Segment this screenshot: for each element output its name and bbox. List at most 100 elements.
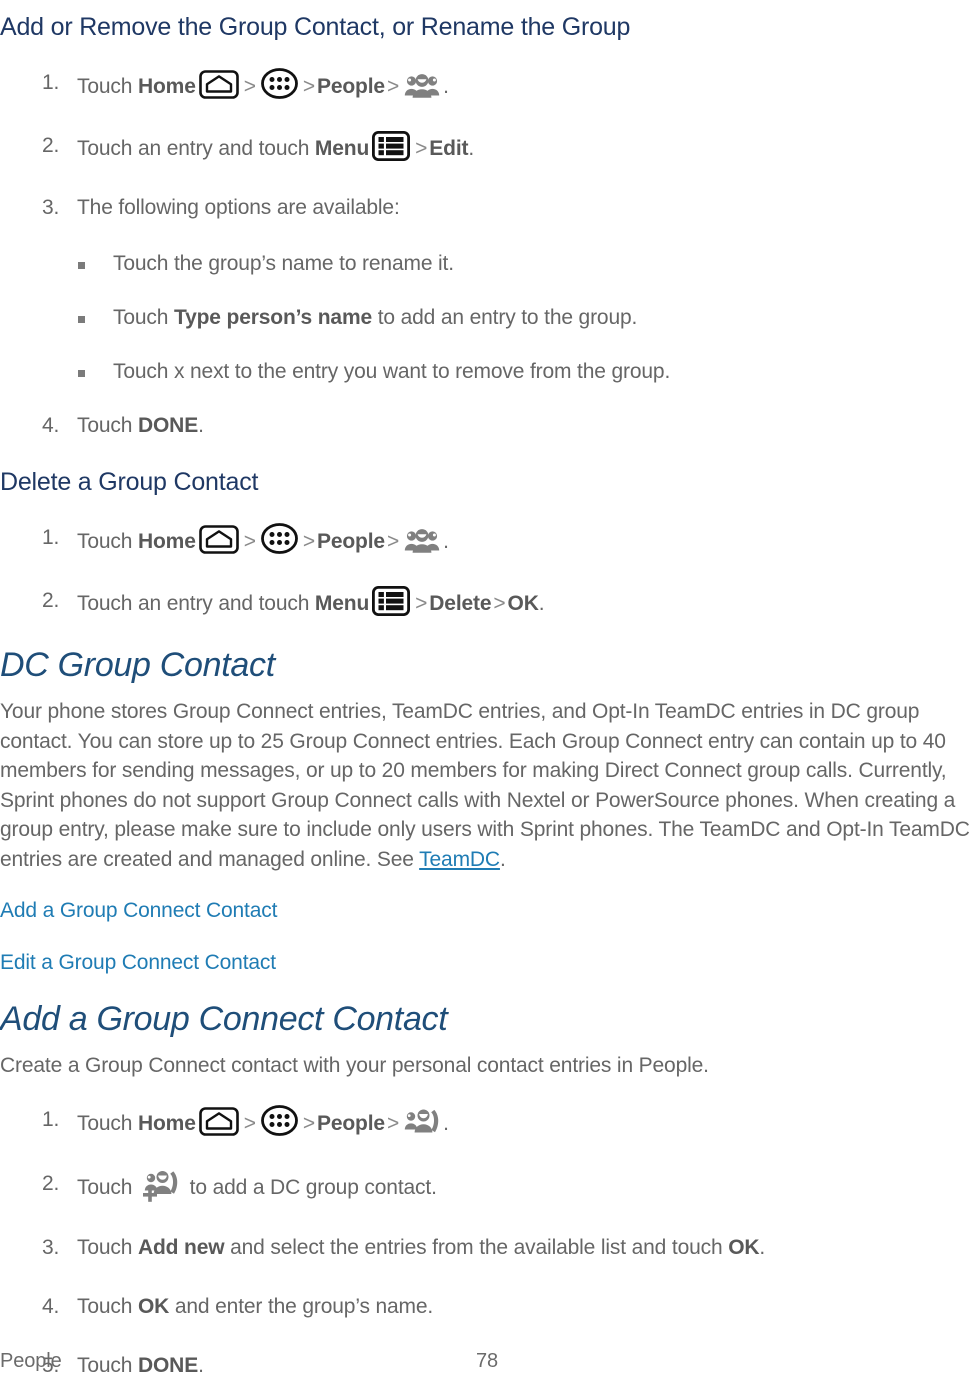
step-fragment: . — [443, 75, 449, 98]
step-fragment: Touch — [77, 1294, 138, 1318]
bullet-fragment: Touch — [113, 306, 174, 329]
step-fragment: Touch — [77, 1111, 138, 1135]
list-item: Touch Type person’s name to add an entry… — [0, 303, 974, 333]
step-bold-done: DONE — [137, 414, 199, 437]
people-group-icon — [404, 527, 440, 554]
separator-gt: > — [415, 592, 428, 615]
step-number: 1. — [42, 71, 60, 94]
step-number: 1. — [42, 526, 60, 549]
step-bold-people: People — [316, 75, 385, 98]
step-bold-ok: OK — [507, 592, 539, 615]
add-dc-group-icon — [141, 1169, 181, 1203]
list-item: 2. Touch an entry and touch Menu >Edit. — [0, 131, 974, 164]
step-text: Touch an entry and touch Menu >Delete>OK… — [77, 586, 545, 616]
paragraph-fragment: Your phone stores Group Connect entries,… — [0, 700, 970, 871]
separator-gt: > — [415, 137, 428, 160]
separator-gt: > — [243, 1111, 256, 1135]
list-item: 3. The following options are available: — [0, 193, 974, 223]
step-fragment: Touch an entry and touch — [77, 592, 315, 615]
link-edit-group-connect-contact[interactable]: Edit a Group Connect Contact — [0, 948, 974, 978]
separator-gt: > — [302, 75, 315, 98]
bullet-text: Touch x next to the entry you want to re… — [113, 360, 671, 383]
step-fragment: Touch — [77, 530, 138, 553]
link-add-group-connect-contact[interactable]: Add a Group Connect Contact — [0, 896, 974, 926]
add-group-connect-intro: Create a Group Connect contact with your… — [0, 1054, 709, 1077]
separator-gt: > — [243, 530, 256, 553]
step-bold-menu: Menu — [314, 592, 370, 615]
document-page: Add or Remove the Group Contact, or Rena… — [0, 0, 974, 1396]
step-fragment: Touch — [77, 75, 138, 98]
bullet-bold-type-person: Type person’s name — [173, 306, 373, 329]
list-item: 1. Touch Home > >People> . — [0, 523, 974, 557]
apps-icon — [260, 523, 298, 554]
step-number: 2. — [42, 134, 60, 157]
options-bullet-list: Touch the group’s name to rename it. Tou… — [0, 249, 974, 387]
steps-list-add-remove-continued: 4. Touch DONE. — [0, 411, 974, 441]
separator-gt: > — [386, 75, 400, 98]
step-fragment: . — [443, 530, 449, 553]
separator-gt: > — [243, 75, 256, 98]
separator-gt: > — [386, 530, 400, 553]
step-number: 2. — [42, 1171, 60, 1195]
steps-list-add-group-connect: 1. Touch Home > >People> . 2. Touch to a… — [0, 1104, 974, 1381]
section-heading-add-remove-group: Add or Remove the Group Contact, or Rena… — [0, 13, 631, 41]
teamdc-link[interactable]: TeamDC — [419, 848, 500, 871]
step-number: 2. — [42, 589, 60, 612]
list-item: 1. Touch Home > >People> . — [0, 1104, 974, 1139]
home-icon — [198, 525, 239, 554]
step-fragment: to add a DC group contact. — [183, 1175, 437, 1199]
apps-icon — [260, 1104, 298, 1136]
step-text: Touch DONE. — [77, 414, 204, 437]
separator-gt: > — [302, 530, 315, 553]
section-heading-delete-group-contact: Delete a Group Contact — [0, 468, 259, 496]
steps-list-delete: 1. Touch Home > >People> . 2. Touch an e… — [0, 523, 974, 619]
step-fragment: and enter the group’s name. — [169, 1294, 434, 1318]
step-fragment: and select the entries from the availabl… — [224, 1235, 729, 1259]
step-bold-edit: Edit — [429, 137, 469, 160]
step-fragment: Touch — [77, 414, 138, 437]
step-fragment: . — [538, 592, 545, 615]
step-bold-add-new: Add new — [137, 1235, 225, 1259]
step-text: Touch Home > >People> . — [77, 1104, 449, 1136]
footer-page-number: 78 — [475, 1350, 499, 1372]
paragraph-fragment: . — [499, 847, 506, 871]
link-text[interactable]: Add a Group Connect Contact — [0, 899, 277, 922]
bullet-text: Touch the group’s name to rename it. — [113, 252, 454, 275]
home-icon — [198, 70, 239, 99]
section-heading-add-group-connect-contact: Add a Group Connect Contact — [0, 1000, 448, 1038]
section-heading-dc-group-contact: DC Group Contact — [0, 646, 275, 684]
page-footer: People 78 — [0, 1350, 974, 1384]
link-text[interactable]: Edit a Group Connect Contact — [0, 951, 276, 974]
list-item: 2. Touch an entry and touch Menu >Delete… — [0, 586, 974, 619]
home-icon — [198, 1106, 239, 1136]
step-text: Touch Home > >People> . — [77, 68, 449, 99]
list-item: 2. Touch to add a DC group contact. — [0, 1169, 974, 1203]
list-item: Touch the group’s name to rename it. — [0, 249, 974, 279]
menu-icon — [372, 131, 411, 161]
step-bold-ok: OK — [137, 1294, 170, 1318]
separator-gt: > — [302, 1111, 315, 1135]
separator-gt: > — [493, 592, 506, 615]
step-text: The following options are available: — [77, 196, 400, 219]
step-number: 1. — [42, 1107, 60, 1131]
step-text: Touch Add new and select the entries fro… — [77, 1236, 765, 1259]
dc-group-contact-paragraph: Your phone stores Group Connect entries,… — [0, 697, 974, 874]
people-group-icon — [404, 72, 440, 99]
steps-list-add-remove: 1. Touch Home > >People> . 2. Touch an e… — [0, 68, 974, 223]
step-bold-home: Home — [137, 75, 196, 98]
list-item: 4. Touch OK and enter the group’s name. — [0, 1292, 974, 1322]
step-bold-ok: OK — [728, 1235, 760, 1259]
step-bold-home: Home — [137, 530, 196, 553]
step-fragment: Touch — [77, 1175, 138, 1199]
step-bold-menu: Menu — [314, 137, 370, 160]
separator-gt: > — [386, 1111, 400, 1135]
step-number: 4. — [42, 1294, 60, 1318]
step-bold-delete: Delete — [429, 592, 492, 615]
list-item: 1. Touch Home > >People> . — [0, 68, 974, 102]
step-number: 3. — [42, 1235, 60, 1259]
bullet-text: Touch Type person’s name to add an entry… — [113, 306, 637, 329]
bullet-fragment: to add an entry to the group. — [372, 306, 638, 329]
step-text: Touch Home > >People> . — [77, 523, 449, 554]
list-item: 4. Touch DONE. — [0, 411, 974, 441]
step-fragment: . — [759, 1235, 766, 1259]
